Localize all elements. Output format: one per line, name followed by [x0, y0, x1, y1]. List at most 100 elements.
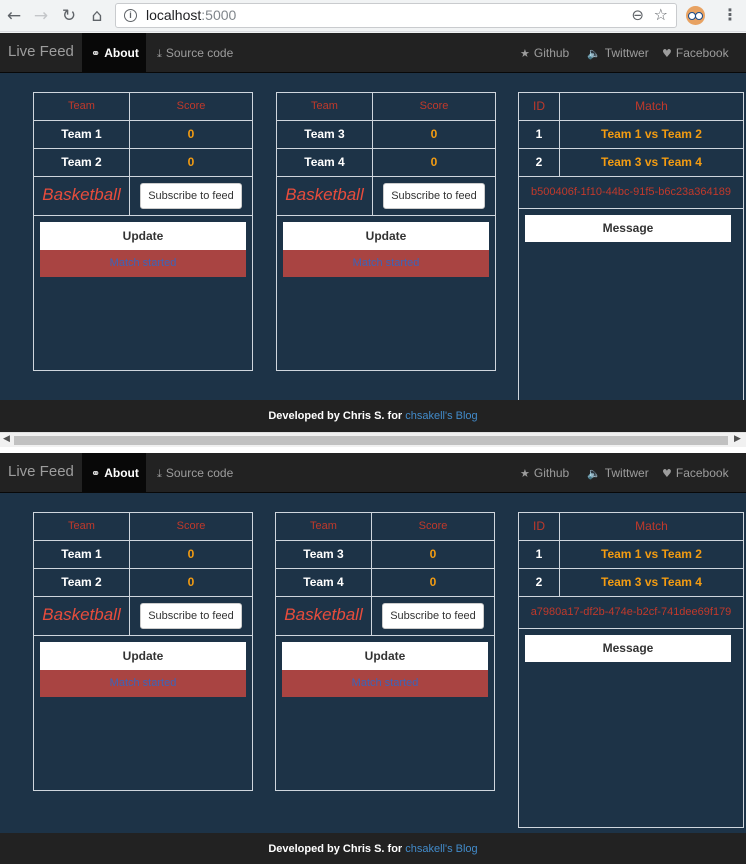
team-name: Team 2 [34, 569, 130, 596]
url-port: :5000 [201, 7, 237, 23]
update-header: Update [283, 222, 489, 250]
footer-text: Developed by Chris S. for [268, 410, 406, 422]
table-row: Team 3 0 [277, 121, 495, 149]
star-icon: ★ [520, 47, 530, 60]
team-score: 0 [187, 575, 195, 589]
team-score: 0 [430, 155, 438, 169]
sport-label: Basketball [276, 597, 372, 635]
navbar: Live Feed ⚭ About ⤓ Source code ★ Github 🔈 T… [0, 33, 746, 73]
scroll-left-arrow-icon[interactable]: ◀ [3, 434, 10, 444]
browser-menu-icon[interactable]: ⋮ [722, 5, 738, 24]
heart-icon: ♥ [662, 467, 672, 480]
blog-link[interactable]: chsakell's Blog [405, 410, 477, 422]
nav-twitter-label: Twittwer [604, 466, 649, 480]
nav-source-code[interactable]: ⤓ Source code [157, 453, 233, 493]
back-icon[interactable]: ← [3, 5, 25, 27]
nav-about[interactable]: ⚭ About [82, 33, 146, 73]
heart-icon: ♥ [662, 47, 672, 60]
team-name: Team 3 [277, 121, 373, 148]
nav-about-label: About [104, 46, 139, 60]
score-header: Score [419, 100, 449, 112]
brand-link[interactable]: Live Feed [8, 43, 74, 60]
match-id: 1 [519, 541, 560, 568]
home-icon[interactable]: ⌂ [86, 5, 108, 27]
table-row: 2 Team 3 vs Team 4 [519, 569, 743, 597]
team-name: Team 1 [34, 541, 130, 568]
message-header: Message [525, 635, 731, 662]
nav-github[interactable]: ★ Github [520, 453, 569, 493]
url-host: localhost [146, 7, 202, 23]
sport-row: Basketball Subscribe to feed [34, 177, 252, 216]
team-score: 0 [430, 127, 438, 141]
nav-source-code[interactable]: ⤓ Source code [157, 33, 233, 73]
table-header-row: Team Score [277, 93, 495, 121]
scoreboard-1: Team Score Team 1 0 Team 2 0 Basketball … [33, 512, 253, 791]
table-row: Team 2 0 [34, 569, 252, 597]
address-bar[interactable]: i localhost:5000 ⊖ ☆ [115, 3, 677, 28]
nav-about[interactable]: ⚭ About [82, 453, 146, 493]
table-row: 1 Team 1 vs Team 2 [519, 541, 743, 569]
nav-facebook[interactable]: ♥ Facebook [662, 453, 729, 493]
blog-link[interactable]: chsakell's Blog [405, 843, 477, 855]
url-text: localhost:5000 [146, 7, 236, 23]
connection-id: a7980a17-df2b-474e-b2cf-741dee69f179 [519, 597, 743, 629]
team-header: Team [34, 93, 130, 120]
nav-twitter-label: Twittwer [604, 46, 649, 60]
nav-twitter[interactable]: 🔈 Twittwer [587, 453, 649, 493]
team-name: Team 1 [34, 121, 130, 148]
sport-label: Basketball [34, 177, 130, 215]
sport-row: Basketball Subscribe to feed [277, 177, 495, 216]
match-status-alert: Match started [40, 250, 246, 277]
footer: Developed by Chris S. for chsakell's Blo… [0, 833, 746, 864]
update-header: Update [282, 642, 488, 670]
connection-id: b500406f-1f10-44bc-91f5-b6c23a364189 [519, 177, 743, 209]
forward-icon[interactable]: → [30, 5, 52, 27]
nav-facebook-label: Facebook [675, 46, 729, 60]
star-icon: ★ [520, 467, 530, 480]
id-header: ID [519, 93, 560, 120]
scrollbar-thumb[interactable] [14, 436, 728, 445]
sport-label: Basketball [34, 597, 130, 635]
volume-icon: 🔈 [587, 467, 601, 480]
bookmark-star-icon[interactable]: ☆ [654, 5, 668, 24]
messages-panel: ID Match 1 Team 1 vs Team 2 2 Team 3 vs … [518, 512, 744, 828]
scroll-right-arrow-icon[interactable]: ▶ [734, 434, 741, 444]
match-name: Team 1 vs Team 2 [601, 547, 702, 561]
table-header-row: ID Match [519, 513, 743, 541]
subscribe-button[interactable]: Subscribe to feed [140, 183, 242, 209]
match-header: Match [635, 519, 668, 533]
team-header: Team [277, 93, 373, 120]
nav-source-label: Source code [165, 46, 234, 60]
info-icon[interactable]: i [124, 9, 137, 22]
table-header-row: ID Match [519, 93, 743, 121]
team-score: 0 [187, 155, 195, 169]
table-row: Team 4 0 [276, 569, 494, 597]
brand-link[interactable]: Live Feed [8, 463, 74, 480]
team-name: Team 3 [276, 541, 372, 568]
score-header: Score [418, 520, 448, 532]
subscribe-button[interactable]: Subscribe to feed [383, 183, 485, 209]
subscribe-button[interactable]: Subscribe to feed [140, 603, 242, 629]
zoom-icon[interactable]: ⊖ [631, 6, 644, 24]
nav-facebook[interactable]: ♥ Facebook [662, 33, 729, 73]
app-pane-1: Live Feed ⚭ About ⤓ Source code ★ Github 🔈 T… [0, 33, 746, 432]
match-status-alert: Match started [282, 670, 488, 697]
team-name: Team 4 [276, 569, 372, 596]
subscribe-button[interactable]: Subscribe to feed [382, 603, 484, 629]
sport-row: Basketball Subscribe to feed [276, 597, 494, 636]
nav-twitter[interactable]: 🔈 Twittwer [587, 33, 649, 73]
sport-label: Basketball [277, 177, 373, 215]
about-icon: ⚭ [91, 467, 101, 480]
match-id: 1 [519, 121, 560, 148]
extension-owl-icon[interactable] [686, 6, 705, 25]
match-status-alert: Match started [40, 670, 246, 697]
nav-github[interactable]: ★ Github [520, 33, 569, 73]
download-icon: ⤓ [157, 467, 162, 480]
scoreboard-2: Team Score Team 3 0 Team 4 0 Basketball … [276, 92, 496, 371]
team-score: 0 [187, 127, 195, 141]
message-header: Message [525, 215, 731, 242]
reload-icon[interactable]: ↻ [58, 5, 80, 27]
horizontal-scrollbar[interactable]: ◀ ▶ [0, 432, 746, 447]
table-row: Team 4 0 [277, 149, 495, 177]
footer-text: Developed by Chris S. for [268, 843, 406, 855]
